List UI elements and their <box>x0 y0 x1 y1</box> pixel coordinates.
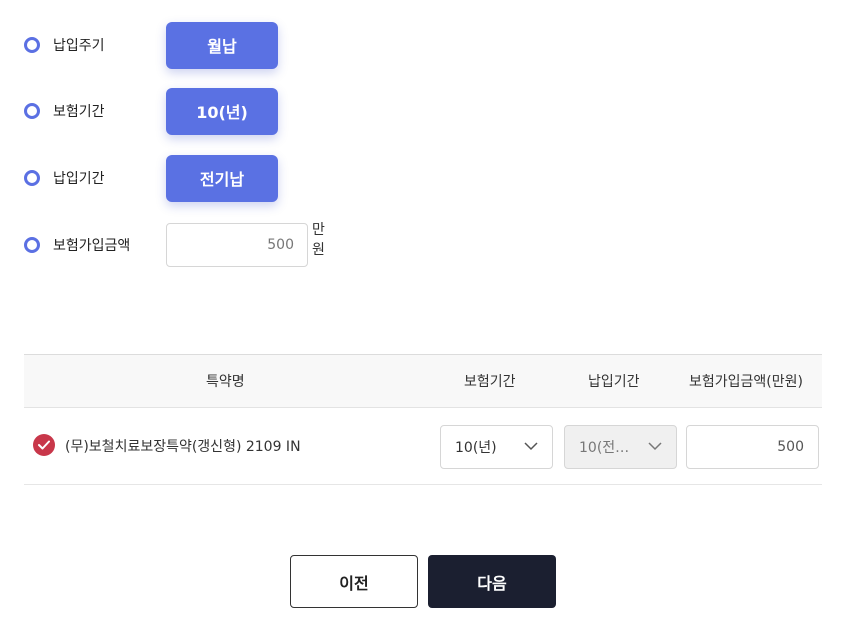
payment-cycle-row: 납입주기 월납 <box>24 21 278 69</box>
amount-unit-label: 만원 <box>312 222 325 258</box>
payment-period-row: 납입기간 전기납 <box>24 154 278 202</box>
radio-bullet-icon <box>24 170 40 186</box>
insured-amount-row: 보험가입금액 만원 <box>24 222 325 268</box>
insurance-period-label: 보험기간 <box>53 104 105 120</box>
header-insurance-period: 보험기간 <box>464 374 516 390</box>
table-header: 특약명 보험기간 납입기간 보험가입금액(만원) <box>24 354 822 408</box>
insurance-period-select-value: 10(년) <box>455 440 497 456</box>
insured-amount-input[interactable] <box>166 223 308 267</box>
payment-period-label: 납입기간 <box>53 171 105 187</box>
next-button[interactable]: 다음 <box>428 555 556 608</box>
payment-cycle-button[interactable]: 월납 <box>166 21 278 69</box>
payment-period-button[interactable]: 전기납 <box>166 154 278 202</box>
insurance-period-select[interactable]: 10(년) <box>440 425 553 469</box>
payment-period-select-value: 10(전… <box>579 440 630 456</box>
chevron-down-icon <box>648 442 662 451</box>
radio-bullet-icon <box>24 37 40 53</box>
insurance-period-row: 보험기간 10(년) <box>24 87 278 135</box>
header-rider-name: 특약명 <box>206 374 245 390</box>
radio-bullet-icon <box>24 103 40 119</box>
header-insured-amount: 보험가입금액(만원) <box>689 374 803 390</box>
rider-table: 특약명 보험기간 납입기간 보험가입금액(만원) (무)보철치료보장특약(갱신형… <box>24 354 822 485</box>
rider-amount-input[interactable] <box>686 425 819 469</box>
prev-button[interactable]: 이전 <box>290 555 418 608</box>
rider-name: (무)보철치료보장특약(갱신형) 2109 IN <box>65 439 301 455</box>
checkmark-icon <box>38 440 50 450</box>
payment-period-select: 10(전… <box>564 425 677 469</box>
payment-cycle-label: 납입주기 <box>53 38 105 54</box>
rider-checkbox[interactable] <box>33 434 55 456</box>
insured-amount-label: 보험가입금액 <box>53 238 131 254</box>
radio-bullet-icon <box>24 237 40 253</box>
chevron-down-icon <box>524 442 538 451</box>
table-row: (무)보철치료보장특약(갱신형) 2109 IN 10(년) 10(전… <box>24 408 822 485</box>
header-payment-period: 납입기간 <box>588 374 640 390</box>
insurance-period-button[interactable]: 10(년) <box>166 87 278 135</box>
